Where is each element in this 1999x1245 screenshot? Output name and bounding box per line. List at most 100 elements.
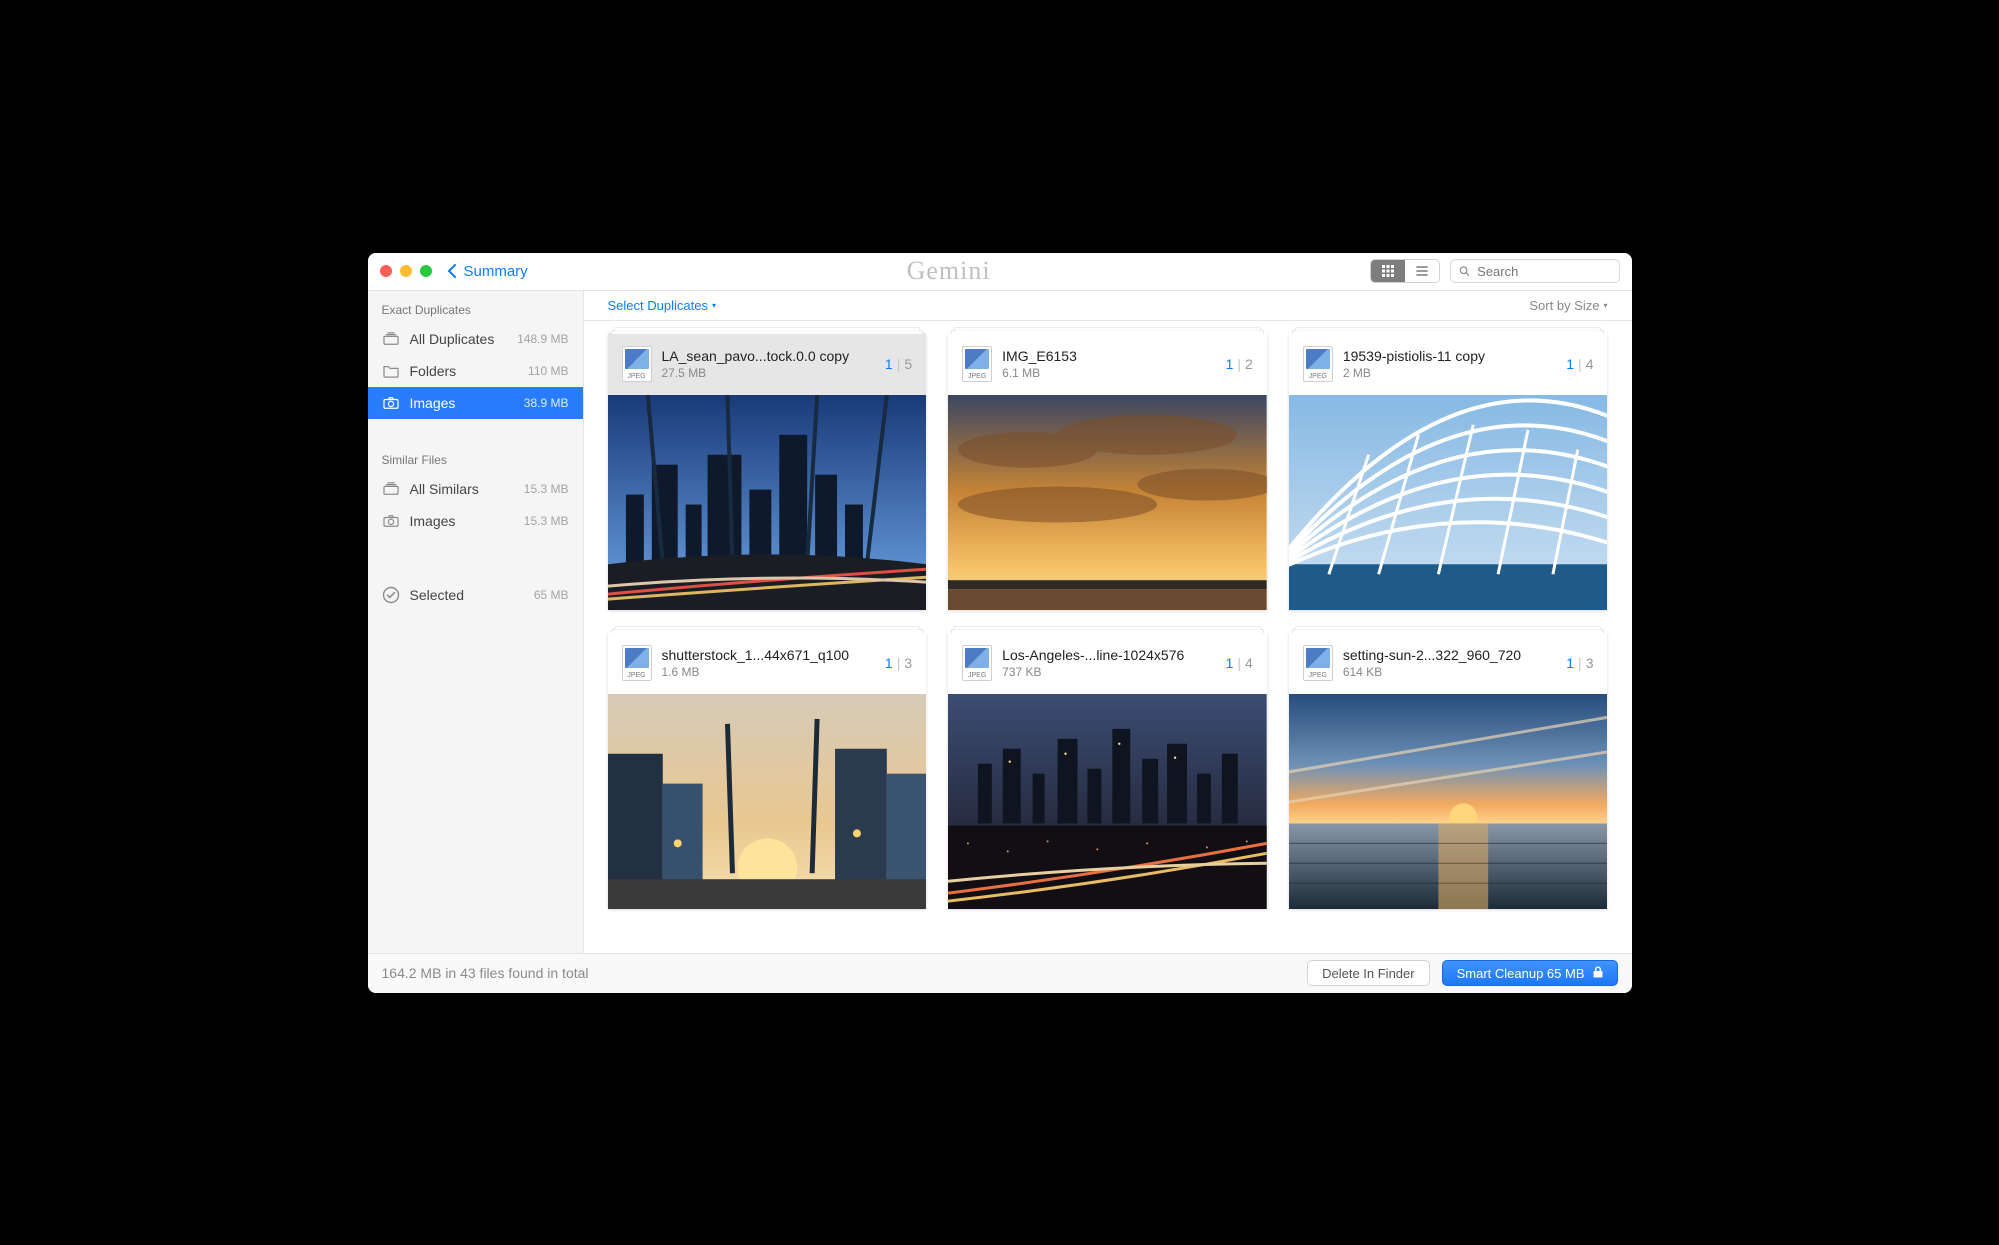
cleanup-label: Smart Cleanup 65 MB <box>1457 966 1585 981</box>
card-filesize: 614 KB <box>1343 665 1556 679</box>
camera-icon <box>382 514 400 528</box>
sidebar-item-label: All Similars <box>410 481 514 497</box>
card-filesize: 27.5 MB <box>662 366 875 380</box>
card-filename: setting-sun-2...322_960_720 <box>1343 647 1556 663</box>
sidebar-item-label: Images <box>410 395 514 411</box>
sidebar-item-all-similars[interactable]: All Similars 15.3 MB <box>368 473 583 505</box>
result-card[interactable]: JPEG IMG_E6153 6.1 MB 1|2 <box>948 333 1267 610</box>
card-header: JPEG 19539-pistiolis-11 copy 2 MB 1|4 <box>1289 333 1608 395</box>
result-card[interactable]: JPEG LA_sean_pavo...tock.0.0 copy 27.5 MB 1… <box>608 333 927 610</box>
sidebar-item-label: Images <box>410 513 514 529</box>
card-count: 1|3 <box>1566 655 1593 671</box>
back-label: Summary <box>464 263 528 280</box>
sidebar-item-label: Selected <box>410 587 524 603</box>
card-filesize: 1.6 MB <box>662 665 875 679</box>
card-filename: 19539-pistiolis-11 copy <box>1343 348 1556 364</box>
card-count: 1|4 <box>1226 655 1253 671</box>
sidebar-item-images[interactable]: Images 38.9 MB <box>368 387 583 419</box>
card-filesize: 6.1 MB <box>1002 366 1215 380</box>
card-header: JPEG setting-sun-2...322_960_720 614 KB 1|3 <box>1289 632 1608 694</box>
card-thumbnail <box>1289 395 1608 610</box>
result-card[interactable]: JPEGshutterstock_1...44x671_q1001.6 MB1|… <box>608 632 927 909</box>
sidebar-item-label: All Duplicates <box>410 331 508 347</box>
stack-icon <box>382 332 400 346</box>
grid-view-button[interactable] <box>1371 260 1405 282</box>
list-view-button[interactable] <box>1405 260 1439 282</box>
sidebar-item-size: 110 MB <box>528 364 568 378</box>
delete-in-finder-button[interactable]: Delete In Finder <box>1307 960 1430 986</box>
grid-icon <box>1381 264 1395 278</box>
jpeg-file-icon: JPEG <box>622 346 652 382</box>
card-count: 1|5 <box>885 356 912 372</box>
footer: 164.2 MB in 43 files found in total Dele… <box>368 953 1632 993</box>
sidebar-item-label: Folders <box>410 363 519 379</box>
sidebar-section-title: Exact Duplicates <box>368 299 583 323</box>
folder-icon <box>382 364 400 378</box>
card-filesize: 737 KB <box>1002 665 1215 679</box>
subtoolbar: Select Duplicates▾ Sort by Size▾ <box>584 291 1632 321</box>
sort-menu[interactable]: Sort by Size▾ <box>1529 298 1607 313</box>
result-card[interactable]: JPEG 19539-pistiolis-11 copy 2 MB 1|4 <box>1289 333 1608 610</box>
titlebar: Summary Gemini <box>368 253 1632 291</box>
jpeg-file-icon: JPEG <box>962 346 992 382</box>
results-grid: JPEG LA_sean_pavo...tock.0.0 copy 27.5 MB 1… <box>608 333 1608 909</box>
result-card[interactable]: JPEG setting-sun-2...322_960_720 614 KB 1|3 <box>1289 632 1608 909</box>
card-thumbnail <box>1289 694 1608 909</box>
sidebar-section-title: Similar Files <box>368 449 583 473</box>
lock-icon <box>1593 966 1603 981</box>
chevron-left-icon <box>446 264 458 278</box>
card-thumbnail <box>948 395 1267 610</box>
sidebar-item-size: 148.9 MB <box>517 332 568 346</box>
search-icon <box>1459 265 1470 277</box>
sidebar-item-all-duplicates[interactable]: All Duplicates 148.9 MB <box>368 323 583 355</box>
card-header: JPEG Los-Angeles-...line-1024x576 737 KB 1|… <box>948 632 1267 694</box>
search-input[interactable] <box>1475 263 1610 280</box>
jpeg-file-icon: JPEG <box>1303 645 1333 681</box>
card-filename: shutterstock_1...44x671_q100 <box>662 647 875 663</box>
view-toggle <box>1370 259 1440 283</box>
card-header: JPEG IMG_E6153 6.1 MB 1|2 <box>948 333 1267 395</box>
card-header: JPEG LA_sean_pavo...tock.0.0 copy 27.5 MB 1… <box>608 333 927 395</box>
back-to-summary-button[interactable]: Summary <box>446 263 528 280</box>
card-filename: Los-Angeles-...line-1024x576 <box>1002 647 1215 663</box>
result-card[interactable]: JPEG Los-Angeles-...line-1024x576 737 KB 1|… <box>948 632 1267 909</box>
close-window-button[interactable] <box>380 265 392 277</box>
sidebar: Exact Duplicates All Duplicates 148.9 MB… <box>368 291 584 953</box>
check-circle-icon <box>382 586 400 604</box>
sidebar-item-selected[interactable]: Selected 65 MB <box>368 579 583 611</box>
sidebar-item-folders[interactable]: Folders 110 MB <box>368 355 583 387</box>
sidebar-item-size: 15.3 MB <box>524 514 569 528</box>
chevron-down-icon: ▾ <box>1603 301 1607 310</box>
minimize-window-button[interactable] <box>400 265 412 277</box>
sidebar-item-size: 38.9 MB <box>524 396 569 410</box>
app-title: Gemini <box>536 258 1362 284</box>
search-field[interactable] <box>1450 259 1620 283</box>
sidebar-item-similar-images[interactable]: Images 15.3 MB <box>368 505 583 537</box>
select-duplicates-menu[interactable]: Select Duplicates▾ <box>608 298 716 313</box>
card-thumbnail <box>608 395 927 610</box>
sidebar-item-size: 15.3 MB <box>524 482 569 496</box>
chevron-down-icon: ▾ <box>712 301 716 310</box>
app-window: Summary Gemini <box>368 253 1632 993</box>
card-count: 1|2 <box>1226 356 1253 372</box>
gemini-logo: Gemini <box>907 258 991 284</box>
stack-icon <box>382 482 400 496</box>
zoom-window-button[interactable] <box>420 265 432 277</box>
list-icon <box>1415 264 1429 278</box>
jpeg-file-icon: JPEG <box>962 645 992 681</box>
card-filesize: 2 MB <box>1343 366 1556 380</box>
card-header: JPEGshutterstock_1...44x671_q1001.6 MB1|… <box>608 632 927 694</box>
card-thumbnail <box>608 694 927 909</box>
card-filename: IMG_E6153 <box>1002 348 1215 364</box>
jpeg-file-icon: JPEG <box>1303 346 1333 382</box>
status-text: 164.2 MB in 43 files found in total <box>382 965 1296 981</box>
card-count: 1|4 <box>1566 356 1593 372</box>
smart-cleanup-button[interactable]: Smart Cleanup 65 MB <box>1442 960 1618 986</box>
window-controls <box>380 265 432 277</box>
card-count: 1|3 <box>885 655 912 671</box>
card-filename: LA_sean_pavo...tock.0.0 copy <box>662 348 875 364</box>
camera-icon <box>382 396 400 410</box>
main-content: Select Duplicates▾ Sort by Size▾ JPEG LA_… <box>584 291 1632 953</box>
card-thumbnail <box>948 694 1267 909</box>
sidebar-item-size: 65 MB <box>534 588 569 602</box>
